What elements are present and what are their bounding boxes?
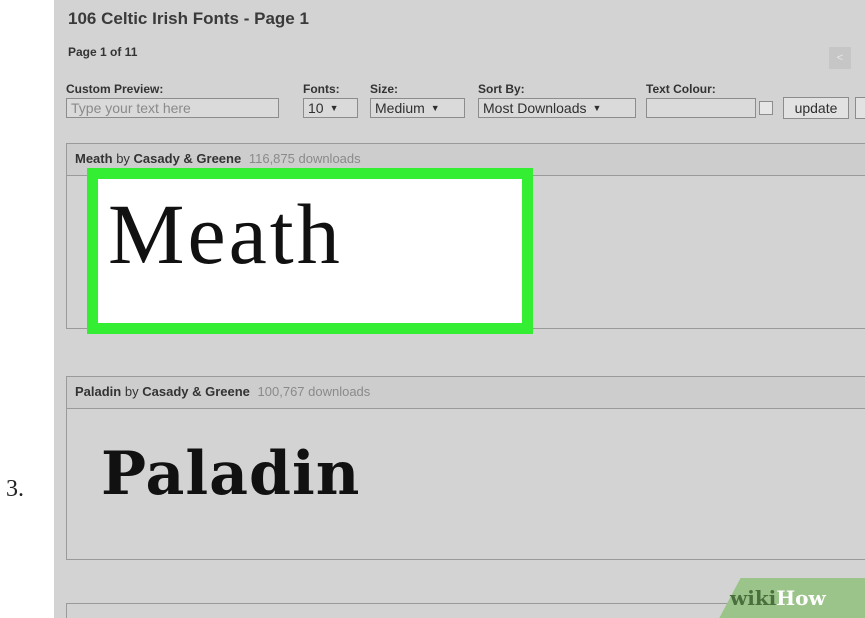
fonts-per-page-select[interactable]: 10 ▼ — [303, 98, 358, 118]
font-by-text: by — [124, 384, 139, 399]
download-count: 116,875 downloads — [248, 151, 361, 166]
reset-button[interactable] — [855, 97, 865, 119]
font-name-link[interactable]: Meath — [75, 151, 113, 166]
watermark-how: How — [776, 586, 826, 610]
font-author-link[interactable]: Casady & Greene — [142, 384, 250, 399]
download-count: 100,767 downloads — [257, 384, 371, 399]
page-indicator: Page 1 of 11 — [68, 45, 138, 59]
step-number: 3. — [6, 476, 24, 502]
custom-preview-label: Custom Preview: — [66, 82, 164, 96]
font-by-text: by — [116, 151, 130, 166]
font-site-screenshot: 106 Celtic Irish Fonts - Page 1 Page 1 o… — [54, 0, 865, 618]
prev-page-button[interactable]: < — [829, 47, 851, 69]
text-colour-input[interactable] — [646, 98, 756, 118]
colour-swatch[interactable] — [759, 101, 773, 115]
font-preview-meath[interactable]: Meath — [108, 191, 343, 277]
font-preview-paladin[interactable]: Paladin — [101, 439, 360, 509]
fonts-per-page-value: 10 — [308, 100, 324, 116]
wikihow-watermark: wikiHow — [730, 586, 826, 610]
font-card-paladin: Paladin by Casady & Greene 100,767 downl… — [66, 376, 865, 560]
sort-by-value: Most Downloads — [483, 100, 587, 116]
custom-preview-placeholder: Type your text here — [71, 100, 191, 116]
custom-preview-input[interactable]: Type your text here — [66, 98, 279, 118]
font-name-link[interactable]: Paladin — [75, 384, 121, 399]
highlight-box: Meath — [87, 168, 533, 334]
sort-by-label: Sort By: — [478, 82, 525, 96]
update-button[interactable]: update — [783, 97, 849, 119]
dropdown-arrow-icon: ▼ — [592, 103, 602, 113]
fonts-label: Fonts: — [303, 82, 340, 96]
dropdown-arrow-icon: ▼ — [430, 103, 440, 113]
watermark-wiki: wiki — [730, 586, 777, 610]
font-card-header: Paladin by Casady & Greene 100,767 downl… — [67, 377, 865, 409]
dropdown-arrow-icon: ▼ — [329, 103, 339, 113]
font-author-link[interactable]: Casady & Greene — [134, 151, 242, 166]
sort-by-select[interactable]: Most Downloads ▼ — [478, 98, 636, 118]
text-colour-label: Text Colour: — [646, 82, 716, 96]
size-value: Medium — [375, 100, 425, 116]
page-title: 106 Celtic Irish Fonts - Page 1 — [68, 9, 309, 28]
size-select[interactable]: Medium ▼ — [370, 98, 465, 118]
size-label: Size: — [370, 82, 399, 96]
